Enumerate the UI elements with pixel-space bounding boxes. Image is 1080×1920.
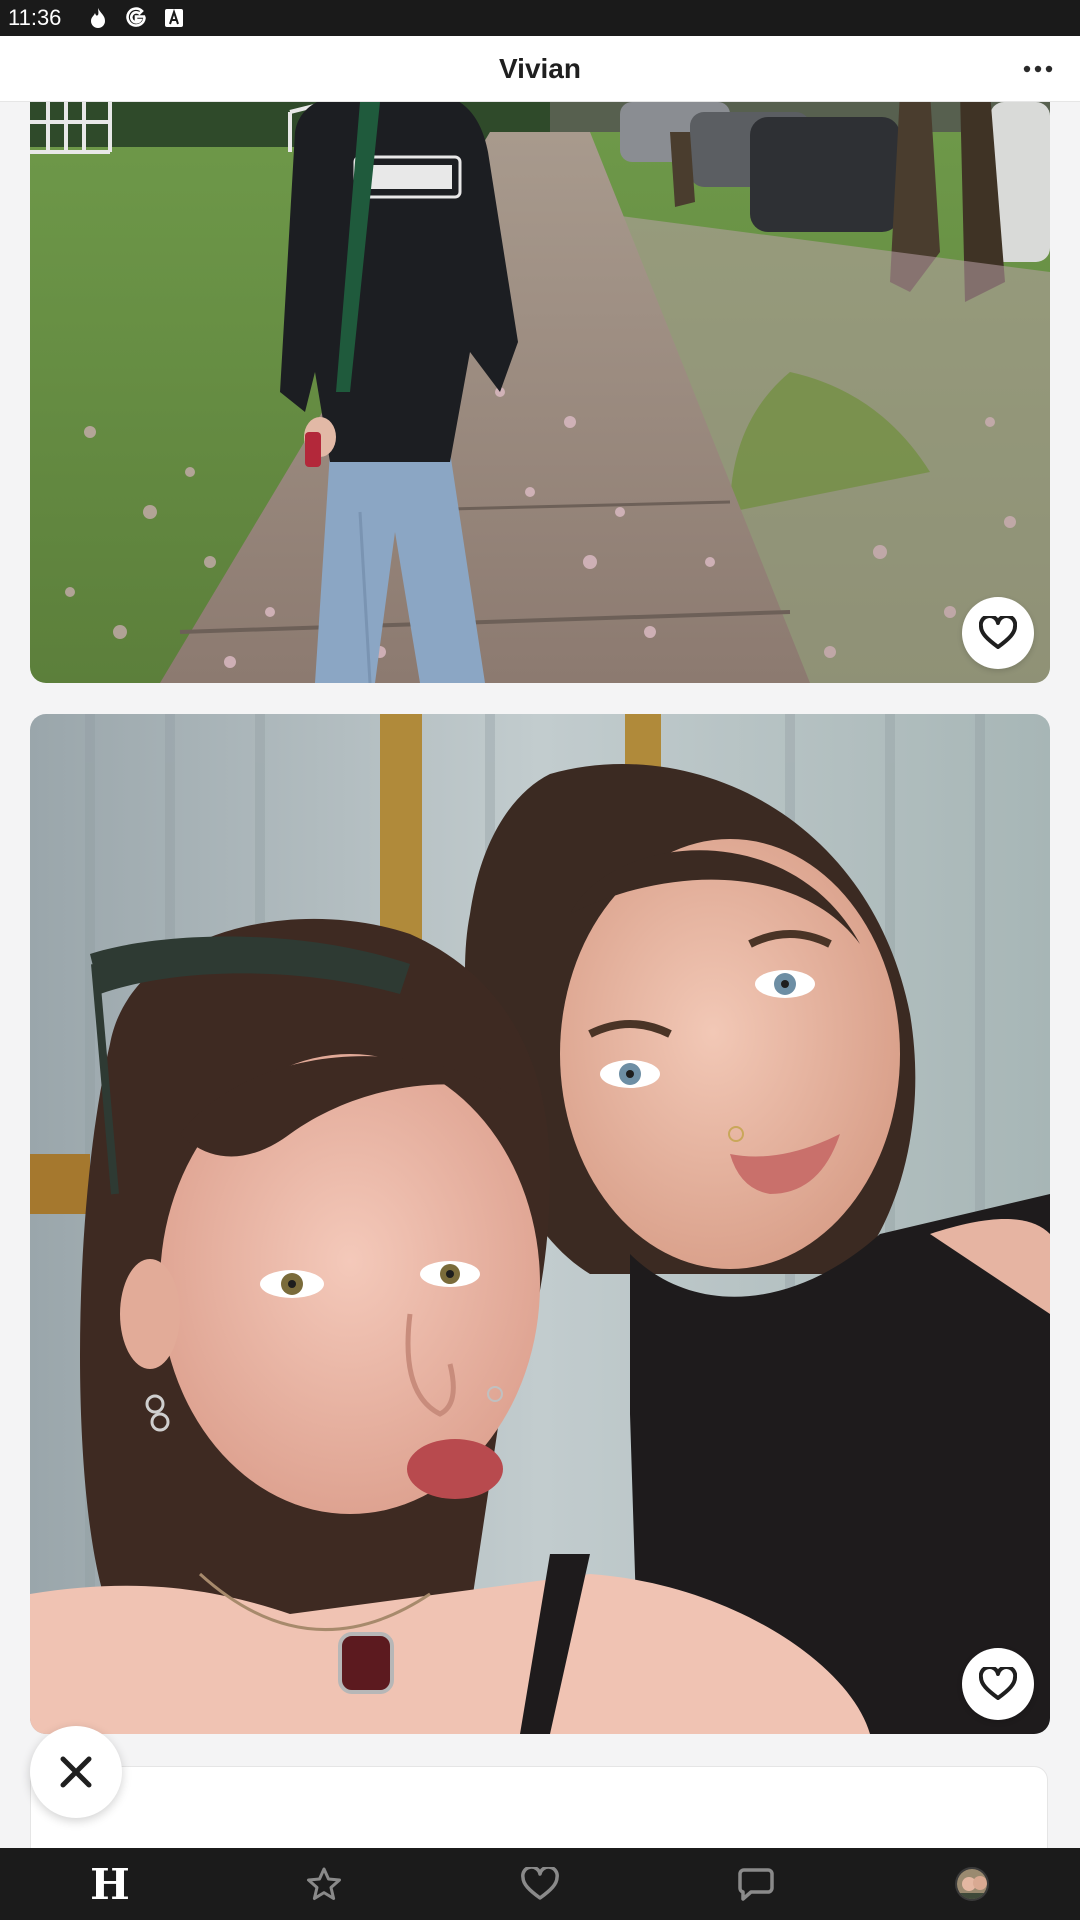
google-icon <box>125 7 147 29</box>
flame-icon <box>87 7 109 29</box>
profile-photo-2[interactable] <box>30 714 1050 1734</box>
profile-scroll-content[interactable] <box>0 102 1080 1848</box>
profile-prompt-card <box>30 1766 1048 1848</box>
profile-name-title: Vivian <box>499 52 581 84</box>
profile-photo-1[interactable] <box>30 102 1050 683</box>
like-photo-1-button[interactable] <box>962 597 1034 669</box>
font-a-icon <box>163 7 185 29</box>
nav-profile-tab[interactable] <box>932 1854 1012 1914</box>
profile-header: Vivian <box>0 36 1080 102</box>
chat-bubble-icon <box>738 1868 774 1901</box>
profile-avatar-icon <box>955 1867 989 1901</box>
nav-matches-tab[interactable] <box>716 1854 796 1914</box>
like-photo-2-button[interactable] <box>962 1648 1034 1720</box>
heart-outline-icon <box>979 1667 1017 1700</box>
more-options-button[interactable] <box>1018 54 1058 84</box>
heart-icon <box>521 1867 559 1900</box>
heart-outline-icon <box>979 616 1017 649</box>
status-time: 11:36 <box>8 5 62 30</box>
nav-likes-tab[interactable] <box>500 1854 580 1914</box>
close-x-icon <box>60 1756 92 1788</box>
more-horizontal-icon <box>1023 65 1053 73</box>
status-bar: 11:36 <box>0 0 1080 36</box>
hinge-logo-icon: H <box>90 1859 130 1909</box>
nav-standouts-tab[interactable] <box>284 1854 364 1914</box>
skip-profile-button[interactable] <box>30 1726 122 1818</box>
nav-discover-tab[interactable]: H <box>68 1854 148 1914</box>
star-icon <box>307 1867 341 1900</box>
bottom-navigation-bar: H <box>0 1848 1080 1920</box>
